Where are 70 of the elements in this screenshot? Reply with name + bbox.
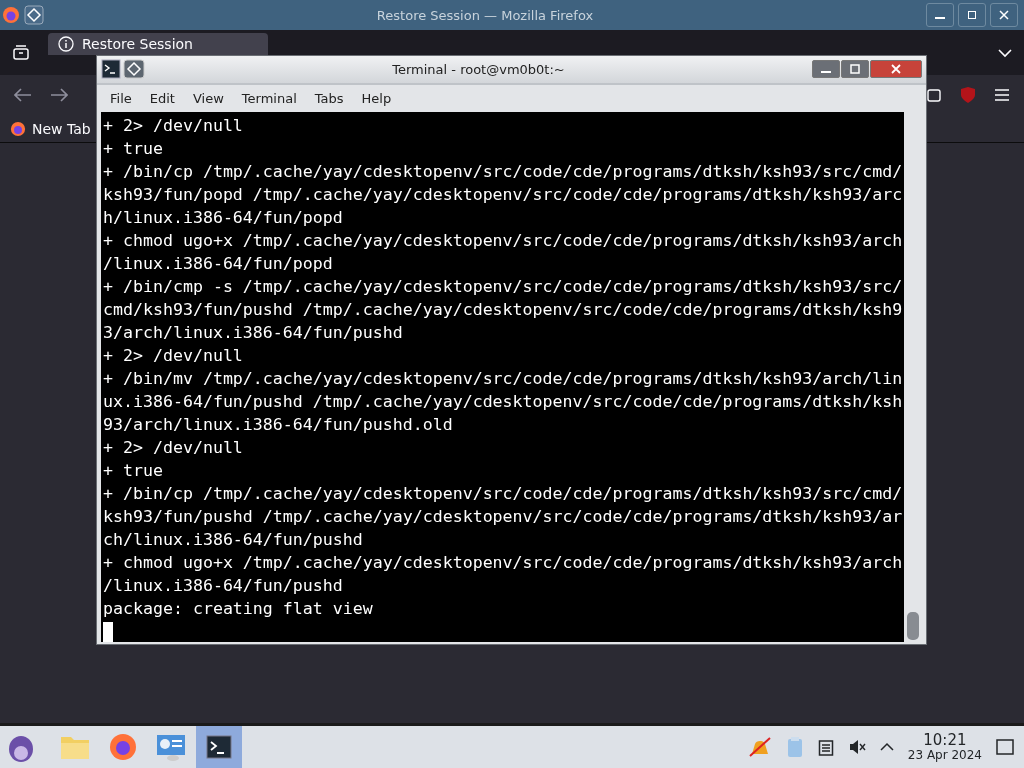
clipboard-app-icon[interactable]	[785, 736, 804, 758]
tab-list-icon[interactable]	[12, 44, 30, 61]
window-title: Terminal - root@vm0b0t:~	[391, 61, 566, 77]
terminal-line: 3/arch/linux.i386-64/fun/pushd	[103, 322, 403, 344]
chevron-up-icon[interactable]	[879, 742, 894, 752]
terminal-line: ch/linux.i386-64/fun/pushd	[103, 529, 363, 551]
extensions-icon[interactable]	[926, 87, 942, 103]
back-icon[interactable]	[14, 88, 32, 102]
terminal-app-button[interactable]	[196, 726, 242, 768]
terminal-line: 93/arch/linux.i386-64/fun/pushd.old	[103, 414, 453, 436]
maximize-icon	[967, 10, 977, 20]
menu-item[interactable]: Edit	[140, 90, 184, 106]
terminal-line: ksh93/fun/pushd /tmp/.cache/yay/cdesktopenv/src/code/cde/programs/dtksh/ksh93/ar	[103, 506, 903, 528]
menu-item[interactable]: Terminal	[232, 90, 306, 106]
terminal-line: + true	[103, 460, 163, 482]
firefox-icon	[108, 732, 138, 762]
terminal-line: + chmod ugo+x /tmp/.cache/yay/cdesktopenv/src/code/cde/programs/dtksh/ksh93/arch	[103, 552, 903, 574]
info-icon	[58, 36, 74, 52]
close-icon	[891, 64, 901, 75]
minimize-button[interactable]	[926, 3, 954, 27]
diamond-icon[interactable]	[123, 59, 145, 80]
window-title: Restore Session — Mozilla Firefox	[375, 7, 595, 23]
maximize-button[interactable]	[841, 60, 869, 79]
terminal-line: + /bin/cp /tmp/.cache/yay/cdesktopenv/src/code/cde/programs/dtksh/ksh93/src/cmd/	[103, 483, 903, 505]
terminal-line: + 2> /dev/null	[103, 437, 243, 459]
terminal-line: + /bin/cp /tmp/.cache/yay/cdesktopenv/src/code/cde/programs/dtksh/ksh93/src/cmd/	[103, 161, 903, 183]
menu-icon[interactable]	[994, 88, 1010, 102]
firefox-icon	[10, 120, 26, 137]
terminal-icon	[206, 735, 232, 759]
terminal-line: + 2> /dev/null	[103, 115, 243, 137]
terminal-line: + /bin/cmp -s /tmp/.cache/yay/cdesktopenv/src/code/cde/programs/dtksh/ksh93/src/	[103, 276, 903, 298]
close-button[interactable]	[990, 3, 1018, 27]
terminal-line: + true	[103, 138, 163, 160]
terminal-line: + /bin/mv /tmp/.cache/yay/cdesktopenv/src/code/cde/programs/dtksh/ksh93/arch/lin	[103, 368, 903, 390]
close-button[interactable]	[870, 60, 922, 79]
terminal-line: /linux.i386-64/fun/pushd	[103, 575, 343, 597]
terminal-line: ux.i386-64/fun/pushd /tmp/.cache/yay/cdesktopenv/src/code/cde/programs/dtksh/ksh	[103, 391, 903, 413]
minimize-icon	[935, 17, 945, 19]
bell-muted-icon[interactable]	[747, 736, 772, 758]
menu-item[interactable]: File	[101, 90, 141, 106]
terminal-line: + chmod ugo+x /tmp/.cache/yay/cdesktopenv/src/code/cde/programs/dtksh/ksh93/arch	[103, 230, 903, 252]
clock-time[interactable]: 10:21	[923, 732, 967, 749]
minimize-button[interactable]	[812, 60, 840, 79]
terminal-icon[interactable]	[101, 59, 121, 80]
close-icon	[999, 10, 1009, 20]
clipboard-icon[interactable]	[817, 738, 834, 756]
terminal-line: package: creating flat view	[103, 598, 373, 620]
text-cursor	[103, 622, 113, 642]
maximize-button[interactable]	[958, 3, 986, 27]
menu-item[interactable]: Tabs	[305, 90, 353, 106]
terminal-line: /linux.i386-64/fun/popd	[103, 253, 333, 275]
show-desktop-icon[interactable]	[996, 739, 1014, 755]
scrollbar-thumb[interactable]	[907, 612, 919, 640]
terminal-line: ksh93/fun/popd /tmp/.cache/yay/cdesktopenv/src/code/cde/programs/dtksh/ksh93/arc	[103, 184, 903, 206]
terminal-line: + 2> /dev/null	[103, 345, 243, 367]
menu-item[interactable]: Help	[352, 90, 401, 106]
browser-tab[interactable]: Restore Session	[48, 33, 268, 55]
menu-item[interactable]: View	[183, 90, 233, 106]
bookmark-link[interactable]: New Tab	[10, 120, 91, 137]
firefox-icon	[2, 6, 20, 24]
forward-icon[interactable]	[50, 88, 68, 102]
clock-date[interactable]: 23 Apr 2024	[907, 748, 982, 762]
monitor-icon	[155, 733, 187, 761]
terminal-line: h/linux.i386-64/fun/popd	[103, 207, 343, 229]
minimize-icon	[821, 71, 831, 74]
terminal-line: cmd/ksh93/fun/pushd /tmp/.cache/yay/cdesktopenv/src/code/cde/programs/dtksh/ksh9	[103, 299, 903, 321]
maximize-icon	[850, 64, 860, 75]
chevron-down-icon[interactable]	[998, 47, 1012, 58]
volume-muted-icon[interactable]	[847, 738, 866, 756]
diamond-icon[interactable]	[24, 5, 44, 25]
